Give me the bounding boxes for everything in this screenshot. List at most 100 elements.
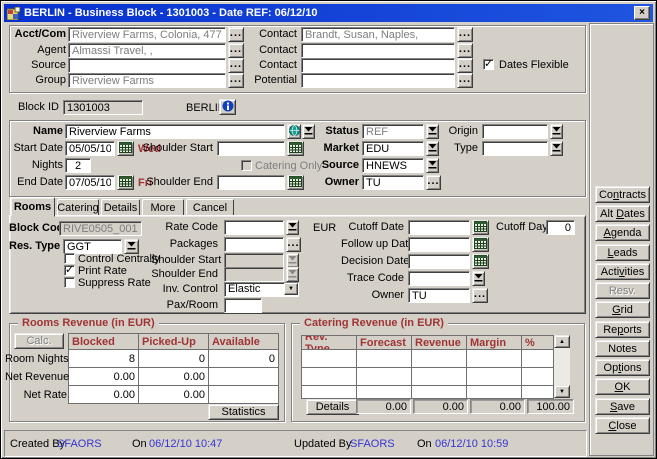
button-label: Contracts	[599, 189, 646, 201]
agent-lookup-button[interactable]: ...	[228, 43, 244, 58]
sidebar-button-close[interactable]: Close	[595, 417, 650, 434]
packages-field[interactable]	[224, 237, 284, 252]
details-button[interactable]: Details	[306, 399, 359, 415]
shoulder-end-field[interactable]	[217, 175, 285, 190]
owner-lookup-button[interactable]: ...	[426, 175, 441, 190]
tab-details[interactable]: Details	[101, 199, 140, 216]
statistics-button[interactable]: Statistics	[208, 404, 279, 420]
close-window-button[interactable]: ×	[634, 6, 650, 20]
packages-lookup-button[interactable]: ...	[286, 237, 301, 252]
sidebar-button-save[interactable]: Save	[595, 398, 650, 415]
inv-control-combobox[interactable]: Elastic ▼	[224, 282, 299, 297]
nights-field[interactable]	[65, 158, 91, 173]
contact3-lookup-button[interactable]: ...	[457, 58, 473, 73]
button-label: Close	[608, 420, 636, 432]
follow-up-date-calendar-button[interactable]	[472, 237, 489, 252]
calendar-icon	[474, 255, 487, 269]
rate-code-field[interactable]	[224, 220, 284, 235]
sidebar-button-leads[interactable]: Leads	[595, 244, 650, 261]
cutoff-date-field[interactable]	[408, 220, 470, 235]
forecast-total: 0.00	[356, 399, 411, 414]
sidebar-button-agenda[interactable]: Agenda	[595, 224, 650, 241]
table-cell: 0	[209, 350, 279, 368]
sidebar-button-options[interactable]: Options	[595, 359, 650, 376]
decision-date-calendar-button[interactable]	[472, 254, 489, 269]
res-type-list-button[interactable]	[124, 239, 139, 254]
source2-field[interactable]	[362, 158, 424, 173]
contact2-lookup-button[interactable]: ...	[457, 43, 473, 58]
property-info-button[interactable]	[219, 99, 236, 115]
trace-code-list-button[interactable]	[472, 271, 485, 286]
contact1-lookup-button[interactable]: ...	[457, 27, 473, 42]
tab-catering[interactable]: Catering	[57, 199, 99, 216]
sidebar-button-contracts[interactable]: Contracts	[595, 186, 650, 203]
sidebar-button-reports[interactable]: Reports	[595, 321, 650, 338]
status-field[interactable]	[362, 124, 424, 139]
table-cell	[302, 386, 357, 399]
start-date-field[interactable]	[65, 141, 115, 156]
chevron-down-icon[interactable]: ▼	[284, 283, 298, 295]
sidebar-button-alt-dates[interactable]: Alt Dates	[595, 205, 650, 222]
potential-lookup-button[interactable]: ...	[457, 73, 473, 88]
start-date-calendar-button[interactable]	[117, 141, 134, 156]
table-cell: 0.00	[69, 368, 139, 386]
rooms-owner-lookup-button[interactable]: ...	[472, 288, 488, 303]
name-translate-button[interactable]	[287, 124, 301, 139]
trace-code-field[interactable]	[408, 271, 470, 286]
dropdown-list-icon	[288, 269, 297, 281]
source2-list-button[interactable]	[426, 158, 439, 173]
potential-field[interactable]	[301, 73, 455, 88]
rate-code-list-button[interactable]	[286, 220, 299, 235]
scroll-down-button[interactable]: ▼	[554, 385, 570, 398]
end-date-field[interactable]	[65, 175, 115, 190]
acct-com-lookup-button[interactable]: ...	[228, 27, 244, 42]
rooms-owner-field[interactable]	[408, 288, 470, 303]
source-lookup-button[interactable]: ...	[228, 58, 244, 73]
shoulder-end-calendar-button[interactable]	[287, 175, 304, 190]
follow-up-date-field[interactable]	[408, 237, 470, 252]
scroll-up-button[interactable]: ▲	[554, 335, 570, 348]
res-type-field[interactable]	[63, 239, 122, 254]
origin-list-button[interactable]	[550, 124, 563, 139]
dates-flexible-checkbox[interactable]: ✓	[483, 59, 494, 70]
ellipsis-icon: ...	[230, 76, 242, 82]
name-field[interactable]	[65, 124, 285, 139]
end-date-calendar-button[interactable]	[117, 175, 134, 190]
owner-field[interactable]	[362, 175, 424, 190]
agent-field[interactable]	[68, 43, 226, 58]
sidebar-button-resv: Resv.	[595, 282, 650, 299]
origin-field[interactable]	[482, 124, 548, 139]
market-field[interactable]	[362, 141, 424, 156]
column-header: %	[522, 336, 554, 350]
group-lookup-button[interactable]: ...	[228, 73, 244, 88]
tab-more[interactable]: More	[142, 199, 184, 216]
business-block-window: BERLIN - Business Block - 1301003 - Date…	[0, 0, 657, 459]
cutoff-days-field[interactable]	[546, 220, 575, 235]
decision-date-field[interactable]	[408, 254, 470, 269]
contact2-field[interactable]	[301, 43, 455, 58]
table-cell	[357, 368, 412, 386]
type-field[interactable]	[482, 141, 548, 156]
acct-com-field[interactable]	[68, 27, 226, 42]
sidebar-button-activities[interactable]: Activities	[595, 263, 650, 280]
print-rate-checkbox[interactable]: ✓	[64, 265, 75, 276]
contact3-label: Contact	[249, 58, 297, 73]
type-list-button[interactable]	[550, 141, 563, 156]
catering-table-scrollbar[interactable]: ▲ ▼	[554, 335, 570, 398]
tab-rooms[interactable]: Rooms	[10, 197, 55, 217]
dates-flexible-label: Dates Flexible	[499, 59, 569, 72]
sidebar-button-notes[interactable]: Notes	[595, 340, 650, 357]
cutoff-date-calendar-button[interactable]	[472, 220, 489, 235]
contact1-field[interactable]	[301, 27, 455, 42]
sidebar-button-ok[interactable]: OK	[595, 378, 650, 395]
contact3-field[interactable]	[301, 58, 455, 73]
source-field[interactable]	[68, 58, 226, 73]
shoulder-start-calendar-button[interactable]	[287, 141, 304, 156]
suppress-rate-checkbox[interactable]	[64, 277, 75, 288]
tab-cancel[interactable]: Cancel	[186, 199, 234, 216]
pax-room-field[interactable]	[224, 298, 262, 313]
shoulder-start-field[interactable]	[217, 141, 285, 156]
sidebar-button-grid[interactable]: Grid	[595, 301, 650, 318]
table-cell: 0	[139, 350, 209, 368]
group-field[interactable]	[68, 73, 226, 88]
